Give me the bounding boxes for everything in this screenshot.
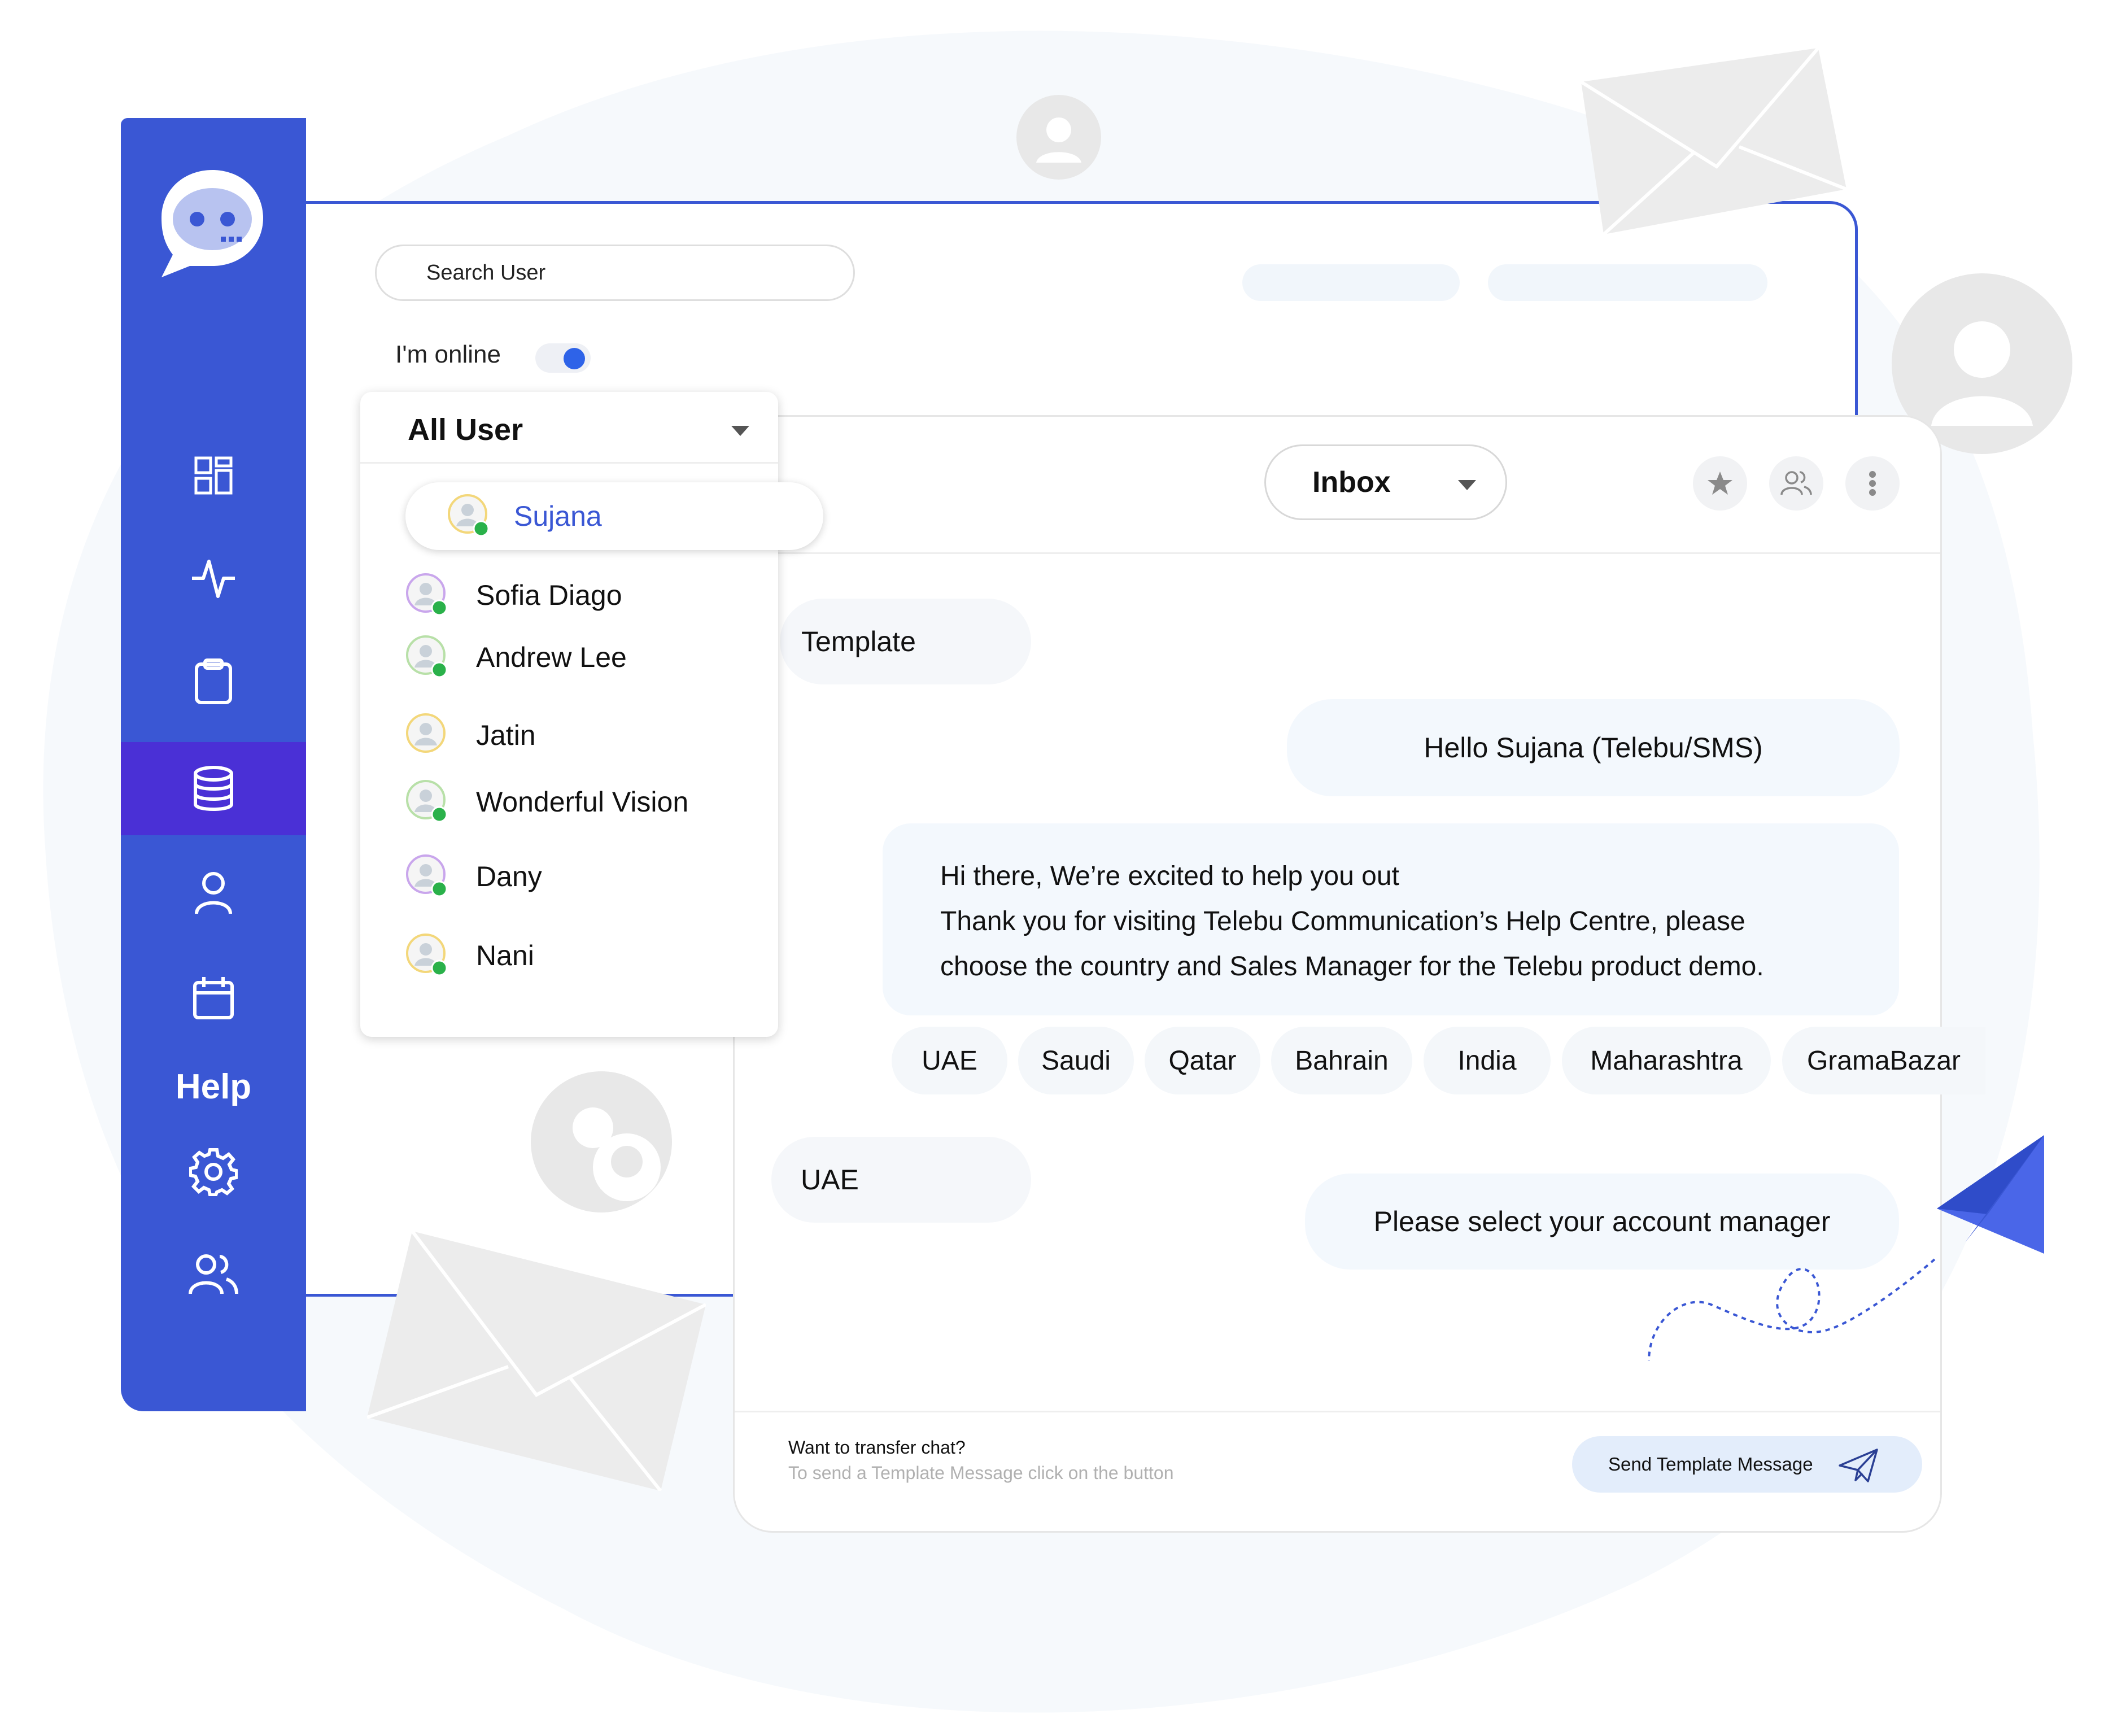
message-line: Thank you for visiting Telebu Communicat… xyxy=(940,906,1745,936)
option-chip-bahrain[interactable]: Bahrain xyxy=(1271,1027,1412,1094)
toggle-knob xyxy=(564,348,585,369)
panel-divider xyxy=(360,462,778,464)
placeholder-pill xyxy=(1488,264,1767,301)
user-name: Nani xyxy=(476,940,534,971)
inbox-label: Inbox xyxy=(1312,466,1391,499)
search-placeholder: Search User xyxy=(426,260,546,285)
user-reply-bubble: UAE xyxy=(771,1137,1031,1223)
activity-pulse-icon xyxy=(192,559,235,598)
chip-label: Saudi xyxy=(1041,1045,1111,1076)
template-label: Template xyxy=(801,626,916,657)
sidebar-item-team[interactable] xyxy=(121,1228,306,1321)
user-icon xyxy=(195,871,232,914)
user-avatar-icon xyxy=(448,494,490,537)
avatar-decoration-icon xyxy=(531,1071,672,1212)
template-label-bubble: Template xyxy=(780,599,1031,684)
user-list-panel: All User Sujana Sofia Diago Andrew Lee J… xyxy=(360,392,823,1037)
user-item-dany[interactable]: Dany xyxy=(405,854,542,899)
user-name: Andrew Lee xyxy=(476,642,627,673)
option-chip-saudi[interactable]: Saudi xyxy=(1018,1027,1134,1094)
online-toggle[interactable] xyxy=(535,343,591,373)
dashboard-grid-icon xyxy=(194,456,233,494)
sidebar-item-clipboard[interactable] xyxy=(121,635,306,728)
send-template-label: Send Template Message xyxy=(1608,1454,1813,1475)
sidebar-help-link[interactable]: Help xyxy=(121,1067,306,1107)
sidebar: Help xyxy=(121,118,306,1411)
sidebar-item-database[interactable] xyxy=(121,742,306,835)
chip-label: UAE xyxy=(922,1045,977,1076)
gear-icon xyxy=(189,1148,238,1196)
user-avatar-icon xyxy=(406,780,448,823)
user-item-jatin[interactable]: Jatin xyxy=(405,713,536,758)
user-name: Sujana xyxy=(514,500,602,532)
message-line: choose the country and Sales Manager for… xyxy=(940,952,1764,982)
paper-plane-icon xyxy=(1648,1135,2044,1362)
more-vertical-icon xyxy=(1869,471,1876,496)
online-status-label: I'm online xyxy=(395,341,501,368)
envelope-decoration-icon xyxy=(367,1231,706,1491)
message-line: Hi there, We’re excited to help you out xyxy=(940,861,1399,891)
sidebar-item-activity[interactable] xyxy=(121,531,306,625)
calendar-icon xyxy=(193,976,234,1019)
chevron-down-icon xyxy=(1458,480,1476,490)
option-chip-qatar[interactable]: Qatar xyxy=(1145,1027,1260,1094)
user-item-sujana[interactable]: Sujana xyxy=(405,482,823,550)
user-avatar-icon xyxy=(406,934,448,976)
star-icon xyxy=(1708,472,1732,495)
chat-bubble-logo-icon xyxy=(156,164,269,286)
user-name: Jatin xyxy=(476,719,536,751)
sidebar-item-user[interactable] xyxy=(121,847,306,940)
inbox-dropdown[interactable]: Inbox xyxy=(1264,444,1507,520)
option-chip-india[interactable]: India xyxy=(1424,1027,1551,1094)
greeting-text: Hello Sujana (Telebu/SMS) xyxy=(1424,732,1763,764)
sidebar-item-dashboard[interactable] xyxy=(121,429,306,522)
users-group-icon xyxy=(189,1254,238,1294)
user-name: Sofia Diago xyxy=(476,579,622,611)
search-user-input[interactable]: Search User xyxy=(375,245,855,301)
sidebar-item-calendar[interactable] xyxy=(121,951,306,1044)
chip-label: India xyxy=(1457,1045,1517,1076)
option-chip-maharashtra[interactable]: Maharashtra xyxy=(1562,1027,1771,1094)
user-avatar-icon xyxy=(406,713,446,753)
users-icon xyxy=(1780,471,1812,495)
user-item-sofia-diago[interactable]: Sofia Diago xyxy=(405,573,622,618)
chip-label: Bahrain xyxy=(1295,1045,1389,1076)
chip-label: GramaBazar xyxy=(1806,1045,1961,1076)
placeholder-pill xyxy=(1242,264,1460,301)
database-icon xyxy=(194,765,233,811)
more-options-button[interactable] xyxy=(1845,456,1900,511)
envelope-decoration-icon xyxy=(1581,48,1847,234)
greeting-bubble: Hello Sujana (Telebu/SMS) xyxy=(1287,699,1900,796)
user-name: Dany xyxy=(476,861,542,892)
info-message-bubble: Hi there, We’re excited to help you out … xyxy=(883,823,1899,1015)
user-avatar-icon xyxy=(406,854,448,897)
option-chip-gramabazar[interactable]: GramaBazar xyxy=(1782,1027,1985,1094)
chevron-down-icon[interactable] xyxy=(730,425,750,437)
user-item-andrew-lee[interactable]: Andrew Lee xyxy=(405,635,627,680)
user-item-wonderful-vision[interactable]: Wonderful Vision xyxy=(405,779,688,825)
user-filter-label[interactable]: All User xyxy=(408,412,523,447)
user-name: Wonderful Vision xyxy=(476,786,689,818)
send-icon xyxy=(1839,1449,1878,1482)
chip-label: Qatar xyxy=(1168,1045,1237,1076)
star-button[interactable] xyxy=(1693,456,1747,511)
participants-button[interactable] xyxy=(1769,456,1823,511)
avatar-decoration-icon xyxy=(1016,95,1101,180)
header-divider xyxy=(735,552,1940,554)
user-reply-text: UAE xyxy=(801,1164,859,1196)
user-item-nani[interactable]: Nani xyxy=(405,933,534,978)
transfer-chat-subtitle: To send a Template Message click on the … xyxy=(788,1463,1174,1483)
chip-label: Maharashtra xyxy=(1590,1045,1743,1076)
transfer-chat-title: Want to transfer chat? xyxy=(788,1437,966,1458)
sidebar-item-settings[interactable] xyxy=(121,1125,306,1218)
user-avatar-icon xyxy=(406,635,448,678)
clipboard-icon xyxy=(195,658,232,704)
option-chip-uae[interactable]: UAE xyxy=(892,1027,1007,1094)
user-avatar-icon xyxy=(406,573,448,616)
